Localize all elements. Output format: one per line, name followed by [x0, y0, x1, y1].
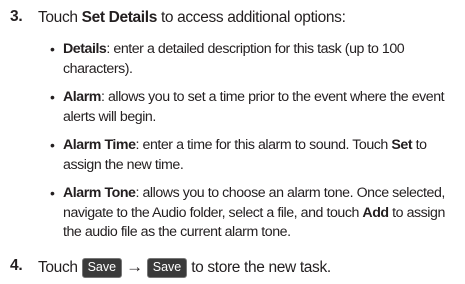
save-button[interactable]: Save	[81, 258, 123, 278]
step-number: 4.	[10, 257, 23, 274]
step-text: Touch Set Details to access additional o…	[38, 8, 457, 27]
bullet-dot: •	[50, 89, 55, 105]
bullet-text: : enter a detailed description for this …	[106, 41, 405, 57]
bullet-text: characters).	[63, 60, 133, 77]
step-text-post: to access additional options:	[156, 9, 346, 26]
bullet-text: the audio file as the current alarm tone…	[63, 224, 291, 241]
bullet-text: to	[412, 137, 427, 153]
bullet-details: • Details: enter a detailed description …	[50, 40, 457, 79]
save-button[interactable]: Save	[146, 258, 188, 278]
step-text-pre: Touch	[38, 259, 82, 276]
bullet-term: Alarm Time	[63, 137, 136, 153]
step-text: Touch Save → Save to store the new task.	[38, 257, 457, 278]
set-details-label: Set Details	[81, 9, 158, 26]
add-label: Add	[362, 204, 389, 221]
bullet-text: : allows you to choose an alarm tone. On…	[135, 185, 446, 201]
step-text-pre: Touch	[38, 9, 82, 26]
instructions-page: 3. Touch Set Details to access additiona…	[0, 0, 465, 284]
bullet-dot: •	[50, 137, 55, 153]
step-text-post: to store the new task.	[187, 259, 331, 276]
bullet-term: Alarm Tone	[63, 185, 136, 201]
bullet-text: : enter a time for this alarm to sound. …	[135, 137, 392, 153]
bullet-term: Details	[63, 41, 107, 57]
bullet-dot: •	[50, 41, 55, 57]
bullet-alarm: • Alarm: allows you to set a time prior …	[50, 88, 457, 127]
bullet-text: navigate to the Audio folder, select a f…	[63, 204, 363, 221]
bullet-text: to assign	[388, 204, 445, 221]
set-label: Set	[391, 137, 413, 153]
bullet-text: assign the new time.	[63, 156, 184, 173]
bullet-text: : allows you to set a time prior to the …	[100, 89, 445, 105]
step-number: 3.	[10, 8, 23, 25]
bullet-text: alerts will begin.	[63, 108, 156, 125]
bullet-dot: •	[50, 185, 55, 201]
arrow-right-icon: →	[126, 257, 143, 276]
bullet-alarm-tone: • Alarm Tone: allows you to choose an al…	[50, 184, 457, 243]
bullet-alarm-time: • Alarm Time: enter a time for this alar…	[50, 136, 457, 175]
bullet-term: Alarm	[63, 89, 101, 105]
